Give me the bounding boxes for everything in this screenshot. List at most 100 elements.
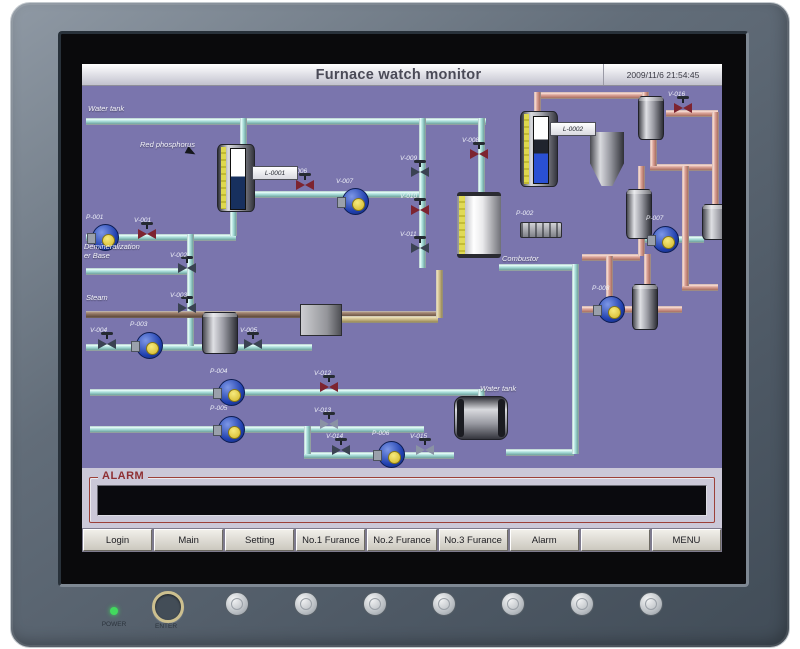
power-led (110, 607, 118, 615)
diagram-label: er Base (84, 251, 110, 260)
alarm-frame: ALARM (89, 477, 715, 523)
pump-icon (378, 441, 405, 468)
pipe-segment (644, 254, 651, 284)
valve-icon (98, 338, 116, 350)
combustor-vessel (457, 192, 501, 258)
function-key-5[interactable] (501, 592, 525, 616)
monitor-bezel: Furnace watch monitor 2009/11/6 21:54:45… (10, 2, 790, 648)
valve-icon (470, 148, 488, 160)
valve-icon (178, 302, 196, 314)
hopper-vessel (590, 132, 624, 186)
valve-station-box (300, 304, 342, 336)
pipe-segment (86, 344, 312, 351)
small-tank (202, 312, 238, 354)
level-gauge: L-0002 (550, 122, 596, 136)
valve-icon (138, 228, 156, 240)
heat-exchanger (626, 189, 652, 239)
equipment-tag: V-010 (400, 193, 417, 200)
diagram-label: Steam (86, 293, 108, 302)
pipe-segment (340, 316, 438, 323)
function-key-6[interactable] (570, 592, 594, 616)
equipment-tag: V-002 (170, 252, 187, 259)
nav-button-menu[interactable]: MENU (652, 529, 721, 551)
water-tank-vessel (454, 396, 508, 440)
pump-icon (136, 332, 163, 359)
valve-icon (411, 242, 429, 254)
equipment-tag: P-008 (592, 285, 609, 292)
valve-icon (411, 166, 429, 178)
function-key-7[interactable] (639, 592, 663, 616)
nav-button-alarm[interactable]: Alarm (510, 529, 579, 551)
equipment-tag: V-016 (668, 91, 685, 98)
pipe-segment (242, 191, 422, 198)
nav-button-no-1-furance[interactable]: No.1 Furance (296, 529, 365, 551)
function-key-4[interactable] (432, 592, 456, 616)
function-key-1[interactable] (225, 592, 249, 616)
photo-stage: Furnace watch monitor 2009/11/6 21:54:45… (0, 0, 800, 649)
diagram-label: Water tank (480, 384, 516, 393)
small-tank (702, 204, 722, 240)
valve-icon (411, 204, 429, 216)
power-led-label: POWER (94, 621, 134, 628)
hmi-application: Furnace watch monitor 2009/11/6 21:54:45… (82, 64, 722, 552)
equipment-tag: V-004 (90, 327, 107, 334)
function-key-3[interactable] (363, 592, 387, 616)
process-diagram: Water tankRed phosphorusDemineralization… (82, 86, 722, 468)
pump-icon (218, 379, 245, 406)
nav-button-no-2-furance[interactable]: No.2 Furance (367, 529, 436, 551)
nav-button-blank[interactable] (581, 529, 650, 551)
equipment-tag: V-009 (400, 155, 417, 162)
valve-icon (332, 444, 350, 456)
pipe-segment (534, 92, 644, 99)
pipe-segment (506, 449, 574, 456)
equipment-tag: P-003 (130, 321, 147, 328)
pipe-segment (436, 270, 443, 318)
equipment-tag: V-008 (462, 137, 479, 144)
pipe-segment (230, 212, 237, 236)
diagram-label: Combustor (502, 254, 539, 263)
level-gauge: L-0001 (252, 166, 298, 180)
alarm-label: ALARM (98, 470, 148, 482)
nav-button-login[interactable]: Login (83, 529, 152, 551)
pipe-segment (499, 264, 573, 271)
nav-button-main[interactable]: Main (154, 529, 223, 551)
screen: Furnace watch monitor 2009/11/6 21:54:45… (58, 31, 749, 587)
equipment-tag: V-012 (314, 370, 331, 377)
pipe-segment (682, 166, 689, 286)
navigation-button-row: LoginMainSettingNo.1 FuranceNo.2 Furance… (82, 528, 722, 552)
pipe-segment (86, 118, 486, 125)
valve-icon (320, 381, 338, 393)
pipe-segment (187, 234, 194, 346)
equipment-tag: P-002 (516, 210, 533, 217)
pipe-segment (534, 92, 541, 113)
equipment-tag: V-005 (240, 327, 257, 334)
title-spacer (82, 64, 194, 85)
equipment-tag: V-014 (326, 433, 343, 440)
pipe-segment (90, 389, 482, 396)
red-phosphorus-tank (217, 144, 255, 212)
diagram-label: Red phosphorus (140, 140, 195, 149)
alarm-message-area (97, 485, 707, 516)
pipe-segment (650, 139, 657, 166)
pipe-segment (572, 264, 579, 454)
pipe-segment (240, 118, 247, 146)
equipment-tag: V-015 (410, 433, 427, 440)
pipe-segment (304, 426, 311, 454)
pipe-segment (86, 268, 188, 275)
page-title: Furnace watch monitor (194, 64, 603, 85)
pump-icon (342, 188, 369, 215)
equipment-tag: P-001 (86, 214, 103, 221)
function-key-2[interactable] (294, 592, 318, 616)
equipment-tag: P-007 (646, 215, 663, 222)
diagram-label: Water tank (88, 104, 124, 113)
equipment-tag: V-013 (314, 407, 331, 414)
pump-icon (218, 416, 245, 443)
nav-button-no-3-furance[interactable]: No.3 Furance (439, 529, 508, 551)
valve-icon (296, 179, 314, 191)
equipment-tag: V-007 (336, 178, 353, 185)
equipment-tag: V-011 (400, 231, 417, 238)
equipment-tag: P-006 (372, 430, 389, 437)
ring-button[interactable] (152, 591, 184, 623)
nav-button-setting[interactable]: Setting (225, 529, 294, 551)
heat-exchanger (632, 284, 658, 330)
